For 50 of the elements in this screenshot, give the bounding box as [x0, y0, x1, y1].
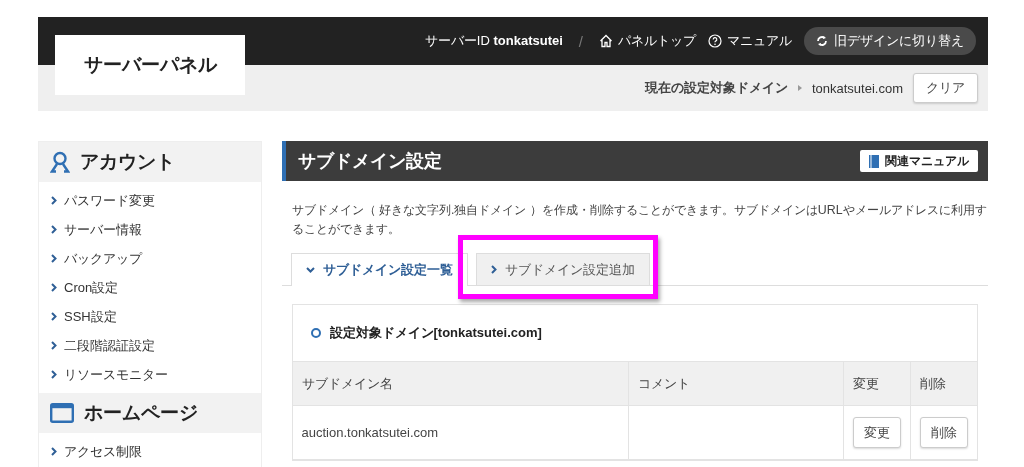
switch-design-button[interactable]: 旧デザインに切り替え: [804, 27, 976, 55]
ring-icon: [310, 328, 321, 338]
book-icon: [869, 154, 879, 168]
page-title: サブドメイン設定: [297, 150, 442, 173]
chevron-icon: [51, 370, 57, 379]
chevron-icon: [51, 447, 57, 456]
domain-label: 現在の設定対象ドメイン: [644, 79, 788, 97]
logo: サーバーパネル: [55, 35, 245, 95]
chevron-icon: [51, 341, 57, 350]
home-icon: [599, 34, 613, 48]
sidebar-item[interactable]: リソースモニター: [64, 365, 168, 384]
sidebar-item[interactable]: Cron設定: [64, 278, 119, 297]
refresh-icon: [816, 35, 828, 47]
chevron-icon: [490, 265, 497, 274]
column-header: 削除: [910, 361, 977, 406]
header-link[interactable]: マニュアル: [708, 32, 792, 50]
person-icon: [50, 151, 70, 173]
server-id: サーバーID tonkatsutei: [424, 32, 563, 50]
chevron-icon: [51, 225, 57, 234]
chevron-icon: [51, 196, 57, 205]
table-cell: auction.tonkatsutei.com: [292, 405, 628, 460]
help-icon: [708, 34, 722, 48]
sidebar-item[interactable]: パスワード変更: [64, 191, 155, 210]
domain-heading: 設定対象ドメイン[tonkatsutei.com]: [329, 324, 542, 342]
manual-button[interactable]: 関連マニュアル: [860, 150, 978, 172]
sidebar-item[interactable]: サーバー情報: [64, 220, 142, 239]
arrow-icon: [797, 85, 802, 91]
column-header: サブドメイン名: [292, 361, 628, 406]
tab[interactable]: サブドメイン設定一覧: [290, 253, 468, 286]
clear-button[interactable]: クリア: [913, 73, 978, 103]
sidebar-item[interactable]: SSH設定: [64, 307, 117, 326]
sidebar-item[interactable]: バックアップ: [64, 249, 142, 268]
section-title: アカウント: [80, 150, 175, 174]
chevron-icon: [51, 312, 57, 321]
sidebar-item[interactable]: 二段階認証設定: [64, 336, 155, 355]
description: サブドメイン（ 好きな文字列.独自ドメイン ）を作成・削除することができます。サブドメインはURLやメールアドレスに利用することができます。: [291, 202, 988, 238]
delete-button[interactable]: 削除: [920, 417, 968, 448]
column-header: コメント: [628, 361, 844, 406]
sidebar-item[interactable]: アクセス制限: [64, 442, 142, 461]
chevron-down-icon: [305, 267, 315, 273]
domain-name: tonkatsutei.com: [811, 80, 903, 96]
chevron-icon: [51, 283, 57, 292]
column-header: 変更: [843, 361, 911, 406]
chevron-icon: [51, 254, 57, 263]
separator: /: [578, 32, 583, 50]
tab[interactable]: サブドメイン設定追加: [475, 253, 650, 285]
edit-button[interactable]: 変更: [853, 417, 901, 448]
window-icon: [50, 403, 74, 423]
section-title: ホームページ: [84, 401, 198, 425]
header-link[interactable]: パネルトップ: [599, 32, 696, 50]
